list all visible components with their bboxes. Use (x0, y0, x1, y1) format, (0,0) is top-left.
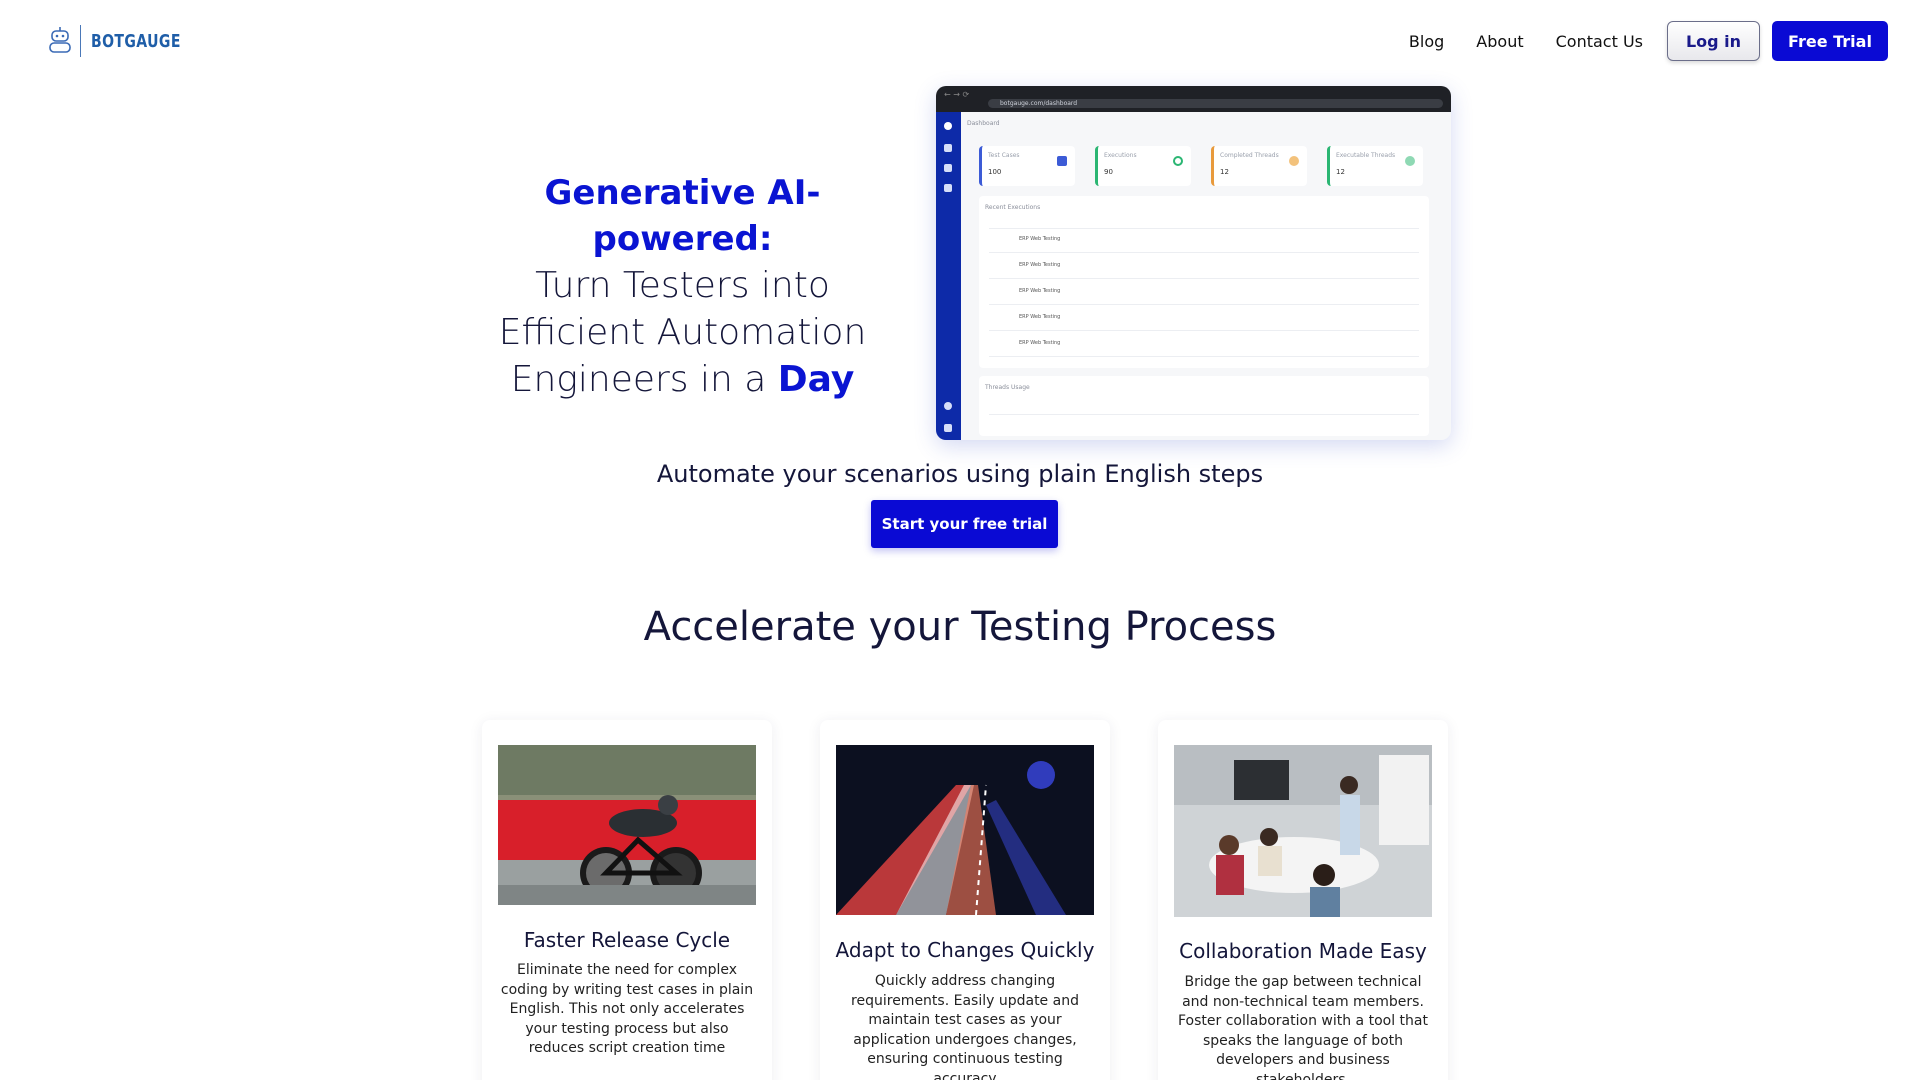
hero-line-2: Efficient Automation (498, 312, 867, 353)
section-title: Accelerate your Testing Process (643, 604, 1277, 650)
nav-link-contact[interactable]: Contact Us (1556, 32, 1643, 51)
chart-gridline (989, 414, 1419, 415)
dashboard-sidebar (936, 112, 961, 440)
hero-subheading: Automate your scenarios using plain Engl… (656, 460, 1264, 488)
feature-card: Collaboration Made Easy Bridge the gap b… (1158, 720, 1448, 1080)
brand-name: BOTGAUGE (91, 30, 181, 52)
hero-line-3-prefix: Engineers in a (510, 359, 778, 400)
browser-url-text: botgauge.com/dashboard (1000, 100, 1078, 107)
stat-label: Executions (1104, 152, 1137, 159)
hero-accent: Generative AI-powered: (544, 173, 821, 259)
free-trial-button[interactable]: Free Trial (1772, 21, 1888, 61)
login-button[interactable]: Log in (1667, 21, 1760, 61)
feature-card-text: Quickly address changing requirements. E… (851, 973, 1079, 1080)
browser-nav-icons: ← → ⟳ (944, 90, 970, 99)
team-meeting-photo (1174, 745, 1432, 917)
feature-card: Faster Release Cycle Eliminate the need … (482, 720, 772, 1080)
stat-value: 12 (1220, 168, 1229, 176)
table-row: ERP Web Testing (1019, 236, 1061, 242)
recent-executions-panel: Recent Executions ERP Web Testing ERP We… (979, 196, 1429, 368)
browser-bar: ← → ⟳ botgauge.com/dashboard (936, 86, 1451, 112)
stat-value: 90 (1104, 168, 1113, 176)
hero-heading: Generative AI-powered: Turn Testers into… (470, 170, 895, 403)
dashboard-logo-icon (944, 122, 952, 130)
logout-icon (944, 424, 952, 432)
stat-icon (1057, 156, 1067, 166)
stat-icon (1405, 156, 1415, 166)
feature-card-title: Collaboration Made Easy (1179, 939, 1427, 963)
start-free-trial-button[interactable]: Start your free trial (871, 500, 1058, 548)
dashboard-screenshot: ← → ⟳ botgauge.com/dashboard Dashboard T… (936, 86, 1451, 440)
dashboard-breadcrumb: Dashboard (967, 120, 1000, 127)
table-row: ERP Web Testing (1019, 262, 1061, 268)
table-divider (989, 228, 1419, 229)
nav-link-about[interactable]: About (1476, 32, 1523, 51)
stat-label: Test Cases (988, 152, 1020, 159)
stat-label: Completed Threads (1220, 152, 1279, 159)
hero-line-1: Turn Testers into (535, 265, 830, 306)
stat-icon (1173, 156, 1183, 166)
feature-card-text: Bridge the gap between technical and non… (1178, 974, 1428, 1080)
table-row: ERP Web Testing (1019, 288, 1061, 294)
table-divider (989, 304, 1419, 305)
threads-usage-title: Threads Usage (985, 384, 1030, 391)
cyclist-photo (498, 745, 756, 905)
grid-icon (944, 144, 952, 152)
threads-usage-panel: Threads Usage (979, 376, 1429, 436)
highway-night-photo (836, 745, 1094, 915)
browser-url: botgauge.com/dashboard (988, 99, 1443, 108)
feature-card-title: Faster Release Cycle (523, 928, 731, 952)
list-icon (944, 164, 952, 172)
logo-divider (80, 25, 81, 57)
document-icon (944, 184, 952, 192)
site-header: BOTGAUGE Blog About Contact Us Log in Fr… (0, 0, 1920, 82)
table-divider (989, 356, 1419, 357)
brand-logo[interactable]: BOTGAUGE (48, 24, 206, 58)
stat-icon (1289, 156, 1299, 166)
recent-executions-title: Recent Executions (985, 204, 1041, 211)
stat-value: 12 (1336, 168, 1345, 176)
hero-line-3: Engineers in a Day (470, 356, 895, 403)
table-divider (989, 252, 1419, 253)
robot-icon (48, 27, 72, 55)
table-row: ERP Web Testing (1019, 314, 1061, 320)
table-row: ERP Web Testing (1019, 340, 1061, 346)
table-divider (989, 330, 1419, 331)
main-nav: Blog About Contact Us Log in Free Trial (1409, 21, 1888, 61)
stat-card: Completed Threads 12 (1211, 146, 1307, 186)
dashboard-main: Dashboard Test Cases 100 Executions 90 C… (961, 112, 1451, 440)
stat-card: Test Cases 100 (979, 146, 1075, 186)
stat-card: Executable Threads 12 (1327, 146, 1423, 186)
hero-line-3-accent: Day (777, 359, 855, 400)
feature-card-text: Eliminate the need for complex coding by… (500, 962, 754, 1056)
settings-icon (944, 402, 952, 410)
stat-card: Executions 90 (1095, 146, 1191, 186)
feature-card: Adapt to Changes Quickly Quickly address… (820, 720, 1110, 1080)
nav-link-blog[interactable]: Blog (1409, 32, 1444, 51)
stat-label: Executable Threads (1336, 152, 1396, 159)
table-divider (989, 278, 1419, 279)
stat-value: 100 (988, 168, 1002, 176)
feature-card-title: Adapt to Changes Quickly (835, 938, 1095, 962)
